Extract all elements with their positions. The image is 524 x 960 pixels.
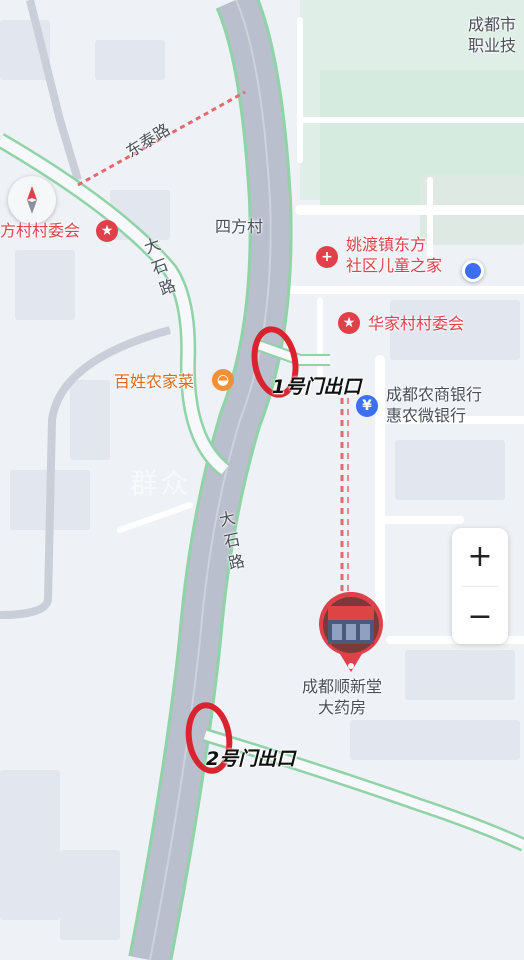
star-icon[interactable]: ★	[338, 312, 360, 334]
place-bank[interactable]: 成都农商银行 惠农微银行	[386, 384, 482, 426]
pharmacy-pin[interactable]	[316, 591, 386, 674]
plus-icon[interactable]: +	[316, 246, 338, 268]
star-icon[interactable]: ★	[96, 220, 118, 242]
map-canvas[interactable]	[0, 0, 524, 960]
zoom-out-button[interactable]: −	[452, 588, 508, 644]
compass-icon[interactable]	[8, 176, 56, 224]
location-dot-icon[interactable]	[462, 260, 484, 282]
place-village-committee-west[interactable]: 方村村委会	[0, 220, 80, 241]
bowl-icon[interactable]: ◒	[212, 369, 234, 391]
watermark: 群众	[130, 467, 191, 500]
zoom-in-button[interactable]: +	[452, 528, 508, 584]
road-left-vertical	[26, 0, 82, 182]
zoom-control: + −	[452, 528, 508, 644]
zoom-divider	[462, 586, 498, 587]
place-chengdu-vocational[interactable]: 成都市 职业技	[468, 14, 516, 56]
place-huajia-committee[interactable]: 华家村村委会	[368, 313, 464, 334]
exit2-label[interactable]: 2号门出口	[206, 744, 295, 771]
place-sifangcun[interactable]: 四方村	[215, 216, 263, 237]
exit1-label[interactable]: 1号门出口	[272, 372, 361, 399]
place-baixing-restaurant[interactable]: 百姓农家菜	[114, 371, 194, 392]
place-pharmacy[interactable]: 成都顺新堂 大药房	[302, 676, 382, 718]
place-yaodu-community[interactable]: 姚渡镇东方 社区儿童之家	[346, 234, 442, 276]
